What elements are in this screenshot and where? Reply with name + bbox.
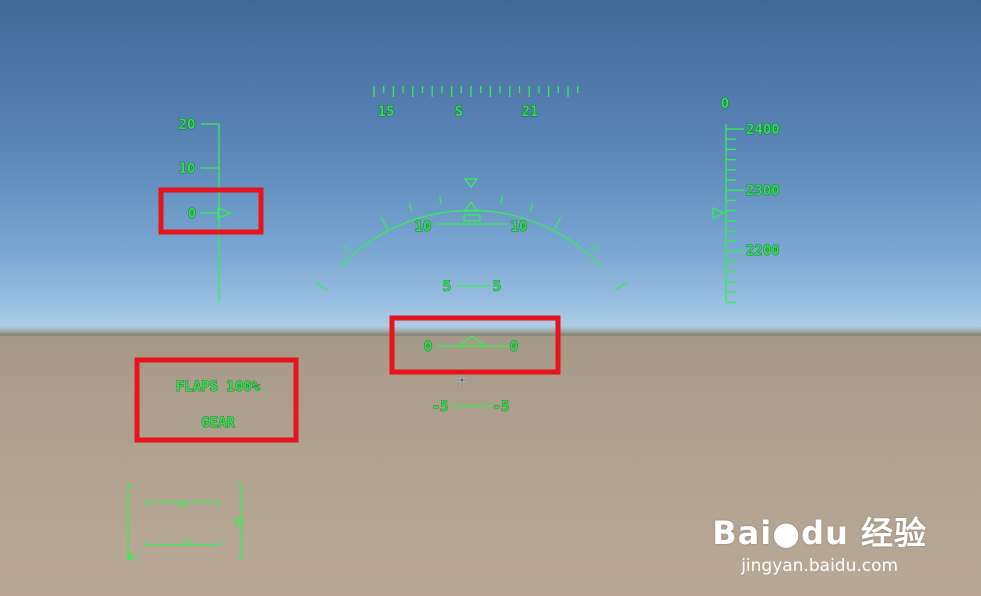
altitude-tape: 0 2400 2300 2200	[712, 96, 780, 304]
pitch-scale: 20 10 0	[178, 117, 233, 302]
pitch-rung-label: 5	[493, 279, 501, 295]
bank-pointer-icon	[463, 178, 479, 189]
highlight-pitch-zero	[158, 187, 264, 235]
altitude-label: 2200	[746, 243, 780, 259]
pitch-rung-label: -5	[432, 399, 449, 415]
heading-tape: 15 S 21	[373, 86, 579, 120]
bank-tick	[529, 203, 534, 212]
hud-overlay: 15 S 21 20 10 0 0 2400 2300 2200 10 10 5…	[127, 86, 780, 562]
bank-tick	[614, 282, 628, 291]
bank-index-icon	[463, 200, 479, 212]
heading-label: 21	[522, 104, 539, 120]
pitch-rung-label: 0	[510, 339, 518, 355]
pitch-rung-label: 0	[424, 339, 432, 355]
pitch-rung-label: 5	[443, 279, 451, 295]
pitch-ladder: 5 5 0 0 -5 -5	[423, 279, 518, 416]
heading-label: S	[455, 104, 463, 120]
heading-label: 15	[378, 104, 395, 120]
pitch-scale-label: 20	[179, 117, 196, 133]
flaps-status: FLAPS 100%	[176, 379, 261, 395]
trim-caret-icon	[177, 501, 187, 509]
pitch-scale-label: 0	[188, 206, 196, 222]
watermark: Bai●du 经验 jingyan.baidu.com	[712, 508, 927, 576]
altitude-pointer-icon	[712, 206, 726, 220]
watermark-url: jingyan.baidu.com	[741, 556, 899, 576]
flight-path-marker-icon	[457, 335, 487, 347]
bank-tick	[592, 245, 599, 252]
pitch-rung-label: 10	[415, 219, 432, 235]
pitch-scale-label: 10	[179, 161, 196, 177]
bank-tick	[314, 282, 328, 291]
bank-tick	[343, 245, 350, 252]
boresight-icon	[463, 214, 481, 222]
trim-caret-icon	[182, 537, 192, 545]
trim-pointer-icon	[128, 552, 137, 562]
altitude-label: 2400	[746, 122, 780, 138]
bank-arc: 10 10	[314, 178, 628, 291]
bank-tick	[500, 195, 503, 204]
highlight-horizon-line	[389, 315, 561, 375]
gear-status: GEAR	[201, 415, 235, 431]
bank-tick	[553, 216, 562, 230]
pitch-rung-label: 10	[511, 219, 528, 235]
pitch-rung-label: -5	[493, 399, 510, 415]
altitude-top-label: 0	[721, 96, 729, 112]
trim-indicator	[127, 484, 245, 562]
bank-tick	[439, 195, 442, 204]
bank-tick	[408, 203, 413, 212]
altitude-label: 2300	[746, 183, 780, 199]
bank-tick	[380, 216, 389, 230]
cursor-crosshair-icon	[455, 373, 469, 387]
pitch-pointer-icon	[217, 207, 233, 219]
watermark-logo: Bai●du 经验	[712, 514, 927, 552]
